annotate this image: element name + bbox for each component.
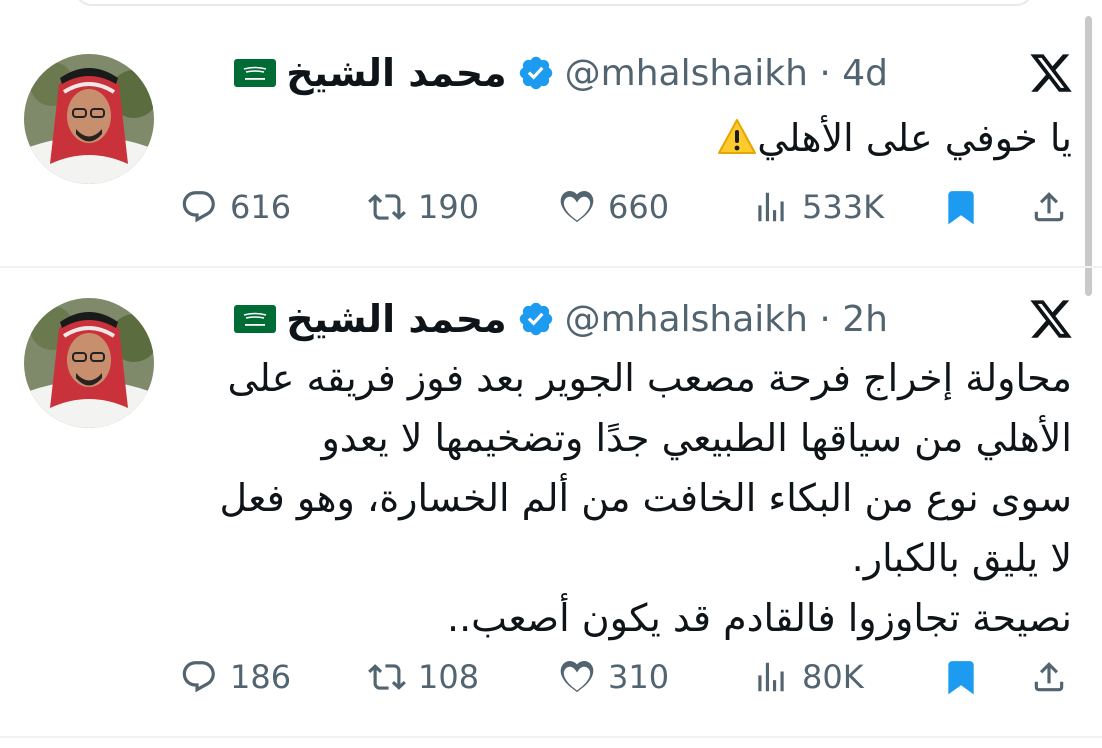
- views-icon: [758, 662, 784, 692]
- share-icon: [1034, 662, 1064, 692]
- like-button[interactable]: 310: [558, 652, 669, 702]
- tweet-header: @mhalshaikh · 4d محمد الشيخ: [234, 46, 888, 100]
- like-count: 310: [608, 658, 670, 696]
- bookmark-icon: [948, 661, 974, 695]
- retweet-count: 190: [418, 188, 480, 226]
- share-button[interactable]: [1030, 182, 1068, 232]
- saudi-flag-icon: [234, 305, 277, 333]
- verified-badge-icon: [519, 302, 552, 336]
- retweet-count: 108: [418, 658, 480, 696]
- retweet-button[interactable]: 108: [368, 652, 479, 702]
- retweet-icon: [368, 194, 406, 220]
- search-bar-edge[interactable]: [74, 0, 1034, 6]
- saudi-flag-icon: [234, 59, 277, 87]
- handle-and-time[interactable]: @mhalshaikh · 2h: [565, 299, 888, 340]
- warning-icon: [718, 119, 757, 154]
- share-icon: [1034, 192, 1064, 222]
- reply-button[interactable]: 186: [180, 652, 291, 702]
- retweet-icon: [368, 664, 406, 690]
- avatar[interactable]: [24, 298, 154, 428]
- reply-icon: [182, 661, 215, 693]
- reply-count: 616: [230, 188, 292, 226]
- views-button[interactable]: 533K: [752, 182, 884, 232]
- view-count: 533K: [802, 188, 885, 226]
- like-button[interactable]: 660: [558, 182, 669, 232]
- bookmark-icon: [948, 191, 974, 225]
- bookmark-button[interactable]: [942, 182, 980, 232]
- share-button[interactable]: [1030, 652, 1068, 702]
- view-count: 80K: [802, 658, 864, 696]
- x-logo-icon[interactable]: [1028, 296, 1074, 342]
- reply-button[interactable]: 616: [180, 182, 291, 232]
- x-logo-icon[interactable]: [1028, 50, 1074, 96]
- tweet-text: محاولة إخراج فرحة مصعب الجوير بعد فوز فر…: [219, 356, 1072, 640]
- like-icon: [560, 660, 594, 693]
- retweet-button[interactable]: 190: [368, 182, 479, 232]
- tweet-header: @mhalshaikh · 2h محمد الشيخ: [234, 292, 888, 346]
- views-icon: [758, 192, 784, 222]
- tweet-text: يا خوفي على الأهلي: [172, 108, 1072, 168]
- like-count: 660: [608, 188, 670, 226]
- tweet-actions: 186 108 310 80K: [0, 652, 1102, 702]
- reply-icon: [182, 191, 215, 223]
- display-name[interactable]: محمد الشيخ: [286, 51, 506, 95]
- tweet-divider: [0, 266, 1102, 268]
- reply-count: 186: [230, 658, 292, 696]
- tweet-actions: 616 190 660 533K: [0, 182, 1102, 232]
- like-icon: [560, 190, 594, 223]
- tweet-divider: [0, 736, 1102, 738]
- views-button[interactable]: 80K: [752, 652, 864, 702]
- verified-badge-icon: [519, 56, 552, 90]
- scrollbar[interactable]: [1085, 16, 1092, 296]
- avatar[interactable]: [24, 54, 154, 184]
- handle-and-time[interactable]: @mhalshaikh · 4d: [565, 53, 888, 94]
- display-name[interactable]: محمد الشيخ: [286, 297, 506, 341]
- bookmark-button[interactable]: [942, 652, 980, 702]
